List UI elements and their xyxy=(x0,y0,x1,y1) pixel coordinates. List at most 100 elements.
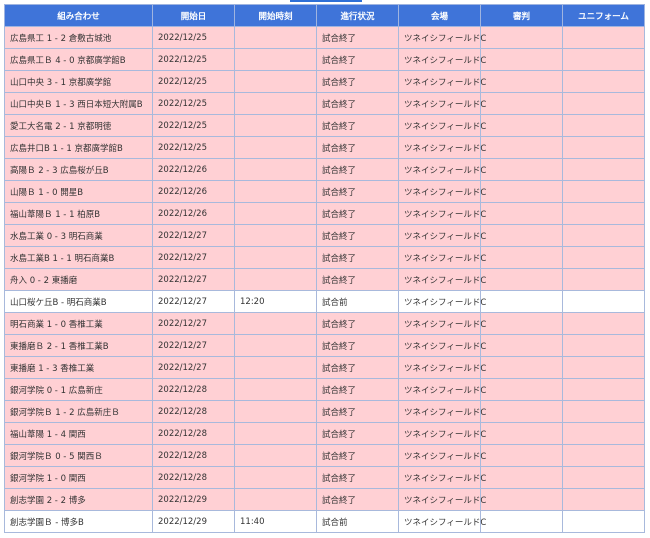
cell-status: 試合終了 xyxy=(316,268,399,291)
cell-uniform xyxy=(562,290,645,313)
table-row: 高陽Ｂ 2 - 3 広島桜が丘B 2022/12/26 試合終了 ツネイシフィールドC xyxy=(4,158,645,181)
cell-date: 2022/12/27 xyxy=(152,224,235,247)
cell-venue: ツネイシフィールドC xyxy=(398,488,486,511)
cell-match[interactable]: 明石商業 1 - 0 香椎工業 xyxy=(4,312,153,335)
cell-match[interactable]: 銀河学院Ｂ 0 - 5 関西Ｂ xyxy=(4,444,153,467)
cell-status: 試合終了 xyxy=(316,312,399,335)
cell-uniform xyxy=(562,180,645,203)
cell-date: 2022/12/25 xyxy=(152,114,235,137)
cell-uniform xyxy=(562,224,645,247)
cell-match[interactable]: 愛工大名電 2 - 1 京都明徳 xyxy=(4,114,153,137)
cell-date: 2022/12/26 xyxy=(152,180,235,203)
cell-match[interactable]: 山陽Ｂ 1 - 0 開星B xyxy=(4,180,153,203)
cell-time xyxy=(234,114,317,137)
cell-date: 2022/12/25 xyxy=(152,136,235,159)
table-row: 舟入 0 - 2 東播磨 2022/12/27 試合終了 ツネイシフィールドC xyxy=(4,268,645,291)
cell-referee xyxy=(480,422,563,445)
table-row: 銀河学院 0 - 1 広島新庄 2022/12/28 試合終了 ツネイシフィールドC xyxy=(4,378,645,401)
cell-uniform xyxy=(562,312,645,335)
table-row: 福山葦陽Ｂ 1 - 1 柏原B 2022/12/26 試合終了 ツネイシフィールドC xyxy=(4,202,645,225)
table-header-row: 組み合わせ 開始日 開始時刻 進行状況 会場 審判 ユニフォーム xyxy=(4,4,645,27)
cell-venue: ツネイシフィールドC xyxy=(398,92,486,115)
cell-time xyxy=(234,378,317,401)
cell-referee xyxy=(480,158,563,181)
cell-match[interactable]: 銀河学院Ｂ 1 - 2 広島新庄Ｂ xyxy=(4,400,153,423)
cell-match[interactable]: 広島県工Ｂ 4 - 0 京都廣学館B xyxy=(4,48,153,71)
cell-venue: ツネイシフィールドC xyxy=(398,422,486,445)
cell-status: 試合前 xyxy=(316,290,399,313)
cell-referee xyxy=(480,202,563,225)
cell-time xyxy=(234,26,317,49)
cell-status: 試合前 xyxy=(316,510,399,533)
cell-venue: ツネイシフィールドC xyxy=(398,312,486,335)
cell-match[interactable]: 銀河学院 0 - 1 広島新庄 xyxy=(4,378,153,401)
cell-status: 試合終了 xyxy=(316,422,399,445)
cell-uniform xyxy=(562,356,645,379)
cell-venue: ツネイシフィールドC xyxy=(398,356,486,379)
cell-uniform xyxy=(562,400,645,423)
cell-venue: ツネイシフィールドC xyxy=(398,290,486,313)
table-row: 水島工業B 1 - 1 明石商業B 2022/12/27 試合終了 ツネイシフィールド… xyxy=(4,246,645,269)
cell-referee xyxy=(480,180,563,203)
cell-uniform xyxy=(562,510,645,533)
cell-time xyxy=(234,202,317,225)
cell-time xyxy=(234,92,317,115)
cell-status: 試合終了 xyxy=(316,400,399,423)
table-row: 福山葦陽 1 - 4 関西 2022/12/28 試合終了 ツネイシフィールドC xyxy=(4,422,645,445)
cell-match[interactable]: 舟入 0 - 2 東播磨 xyxy=(4,268,153,291)
cell-referee xyxy=(480,268,563,291)
cell-status: 試合終了 xyxy=(316,334,399,357)
cell-status: 試合終了 xyxy=(316,224,399,247)
cell-time xyxy=(234,180,317,203)
table-row: 銀河学院Ｂ 0 - 5 関西Ｂ 2022/12/28 試合終了 ツネイシフィールドC xyxy=(4,444,645,467)
cell-referee xyxy=(480,356,563,379)
cell-date: 2022/12/28 xyxy=(152,378,235,401)
cell-match[interactable]: 山口桜ケ丘B - 明石商業B xyxy=(4,290,153,313)
cell-referee xyxy=(480,400,563,423)
cell-match[interactable]: 高陽Ｂ 2 - 3 広島桜が丘B xyxy=(4,158,153,181)
cell-uniform xyxy=(562,246,645,269)
cell-time xyxy=(234,158,317,181)
cell-uniform xyxy=(562,158,645,181)
cell-referee xyxy=(480,136,563,159)
cell-match[interactable]: 水島工業 0 - 3 明石商業 xyxy=(4,224,153,247)
match-schedule-table: 組み合わせ 開始日 開始時刻 進行状況 会場 審判 ユニフォーム 広島県工 1 … xyxy=(4,4,645,533)
cell-referee xyxy=(480,114,563,137)
cell-match[interactable]: 東播磨 1 - 3 香椎工業 xyxy=(4,356,153,379)
table-row: 銀河学院 1 - 0 関西 2022/12/28 試合終了 ツネイシフィールドC xyxy=(4,466,645,489)
table-row: 東播磨Ｂ 2 - 1 香椎工業B 2022/12/27 試合終了 ツネイシフィールドC xyxy=(4,334,645,357)
header-match: 組み合わせ xyxy=(4,4,153,27)
cell-venue: ツネイシフィールドC xyxy=(398,158,486,181)
header-date: 開始日 xyxy=(152,4,235,27)
cell-venue: ツネイシフィールドC xyxy=(398,114,486,137)
cell-uniform xyxy=(562,114,645,137)
cell-match[interactable]: 山口中央Ｂ 1 - 3 西日本短大附属B xyxy=(4,92,153,115)
cell-match[interactable]: 広島県工 1 - 2 倉敷古城池 xyxy=(4,26,153,49)
cell-time xyxy=(234,422,317,445)
cell-status: 試合終了 xyxy=(316,158,399,181)
cell-uniform xyxy=(562,422,645,445)
cell-match[interactable]: 水島工業B 1 - 1 明石商業B xyxy=(4,246,153,269)
cell-venue: ツネイシフィールドC xyxy=(398,466,486,489)
cell-match[interactable]: 創志学園Ｂ - 博多B xyxy=(4,510,153,533)
cell-match[interactable]: 福山葦陽Ｂ 1 - 1 柏原B xyxy=(4,202,153,225)
cell-status: 試合終了 xyxy=(316,444,399,467)
cell-uniform xyxy=(562,378,645,401)
cell-match[interactable]: 山口中央 3 - 1 京都廣学館 xyxy=(4,70,153,93)
cell-match[interactable]: 東播磨Ｂ 2 - 1 香椎工業B xyxy=(4,334,153,357)
cell-status: 試合終了 xyxy=(316,92,399,115)
cell-time xyxy=(234,444,317,467)
cell-match[interactable]: 福山葦陽 1 - 4 関西 xyxy=(4,422,153,445)
cell-match[interactable]: 銀河学院 1 - 0 関西 xyxy=(4,466,153,489)
top-accent-line xyxy=(290,0,362,2)
cell-match[interactable]: 創志学園 2 - 2 博多 xyxy=(4,488,153,511)
cell-venue: ツネイシフィールドC xyxy=(398,48,486,71)
cell-status: 試合終了 xyxy=(316,70,399,93)
cell-date: 2022/12/28 xyxy=(152,466,235,489)
table-row: 東播磨 1 - 3 香椎工業 2022/12/27 試合終了 ツネイシフィールドC xyxy=(4,356,645,379)
cell-time xyxy=(234,466,317,489)
cell-uniform xyxy=(562,202,645,225)
cell-status: 試合終了 xyxy=(316,114,399,137)
cell-match[interactable]: 広島井口B 1 - 1 京都廣学館B xyxy=(4,136,153,159)
header-venue: 会場 xyxy=(398,4,481,27)
